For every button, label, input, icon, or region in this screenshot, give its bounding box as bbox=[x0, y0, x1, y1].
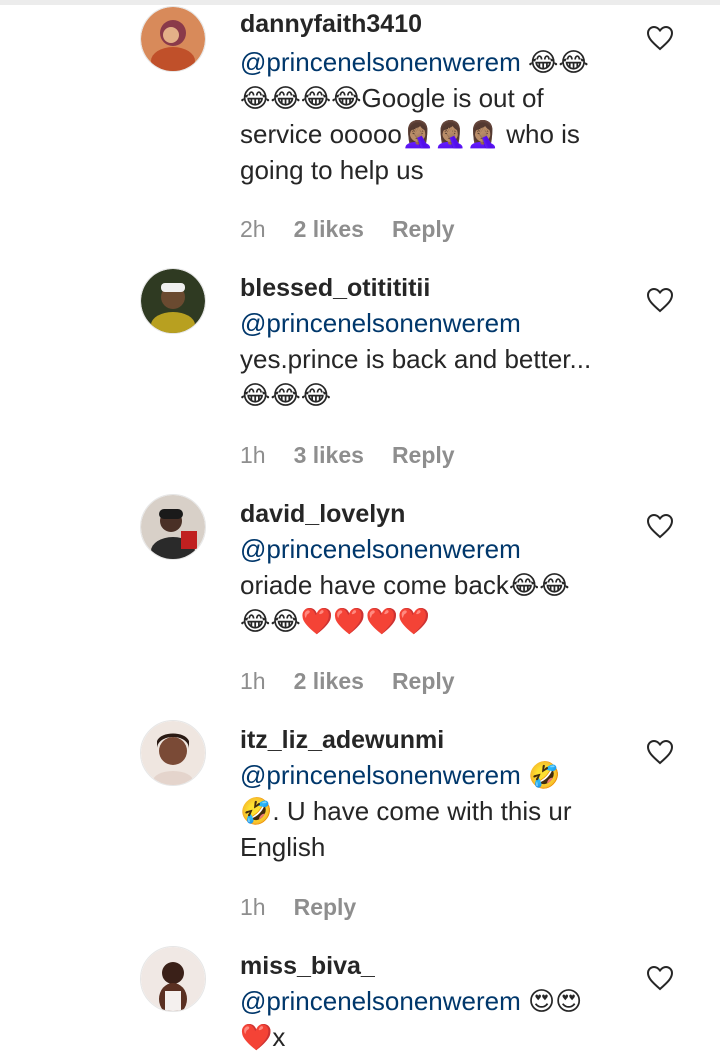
avatar[interactable] bbox=[140, 946, 206, 1012]
comment-mention[interactable]: @princenelsonenwerem bbox=[240, 986, 521, 1016]
avatar[interactable] bbox=[140, 720, 206, 786]
comment-text: @princenelsonenwerem 😍😍 ❤️x bbox=[240, 983, 640, 1055]
comment-meta: 2h 2 likes Reply bbox=[240, 214, 483, 244]
comment-time: 2h bbox=[240, 216, 266, 242]
comment-username[interactable]: dannyfaith3410 bbox=[240, 6, 422, 42]
heart-outline-icon[interactable] bbox=[646, 513, 674, 539]
top-divider bbox=[0, 0, 720, 5]
comment-time: 1h bbox=[240, 894, 266, 920]
reply-button[interactable]: Reply bbox=[392, 668, 455, 694]
comment-username[interactable]: itz_liz_adewunmi bbox=[240, 722, 444, 758]
comment-mention[interactable]: @princenelsonenwerem bbox=[240, 47, 521, 77]
reply-button[interactable]: Reply bbox=[392, 442, 455, 468]
comment-message: oriade have come back😂😂 😂😂❤️❤️❤️❤️ bbox=[240, 570, 570, 636]
comment-username[interactable]: david_lovelyn bbox=[240, 496, 405, 532]
comment-likes[interactable]: 2 likes bbox=[294, 668, 364, 694]
comment-meta: 1h Reply bbox=[240, 892, 384, 922]
comment-likes[interactable]: 3 likes bbox=[294, 442, 364, 468]
avatar[interactable] bbox=[140, 6, 206, 72]
comment-message: yes.prince is back and better... 😂😂😂 bbox=[240, 344, 592, 410]
comment-text: @princenelsonenwerem 🤣 🤣. U have come wi… bbox=[240, 757, 640, 865]
heart-outline-icon[interactable] bbox=[646, 287, 674, 313]
comment-username[interactable]: blessed_otitititii bbox=[240, 270, 430, 306]
comment-meta: 1h 2 likes Reply bbox=[240, 666, 483, 696]
comment-username[interactable]: miss_biva_ bbox=[240, 948, 375, 984]
comment-text: @princenelsonenwerem oriade have come ba… bbox=[240, 531, 640, 639]
heart-outline-icon[interactable] bbox=[646, 739, 674, 765]
comment-text: @princenelsonenwerem 😂😂 😂😂😂😂Google is ou… bbox=[240, 44, 640, 188]
comment-time: 1h bbox=[240, 668, 266, 694]
comment-likes[interactable]: 2 likes bbox=[294, 216, 364, 242]
avatar[interactable] bbox=[140, 494, 206, 560]
comment-meta: 1h 3 likes Reply bbox=[240, 440, 483, 470]
heart-outline-icon[interactable] bbox=[646, 25, 674, 51]
comment-time: 1h bbox=[240, 442, 266, 468]
comment-mention[interactable]: @princenelsonenwerem bbox=[240, 534, 521, 564]
comment-mention[interactable]: @princenelsonenwerem bbox=[240, 308, 521, 338]
heart-outline-icon[interactable] bbox=[646, 965, 674, 991]
comment-mention[interactable]: @princenelsonenwerem bbox=[240, 760, 521, 790]
avatar[interactable] bbox=[140, 268, 206, 334]
reply-button[interactable]: Reply bbox=[392, 216, 455, 242]
reply-button[interactable]: Reply bbox=[294, 894, 357, 920]
comment-text: @princenelsonenwerem yes.prince is back … bbox=[240, 305, 640, 413]
